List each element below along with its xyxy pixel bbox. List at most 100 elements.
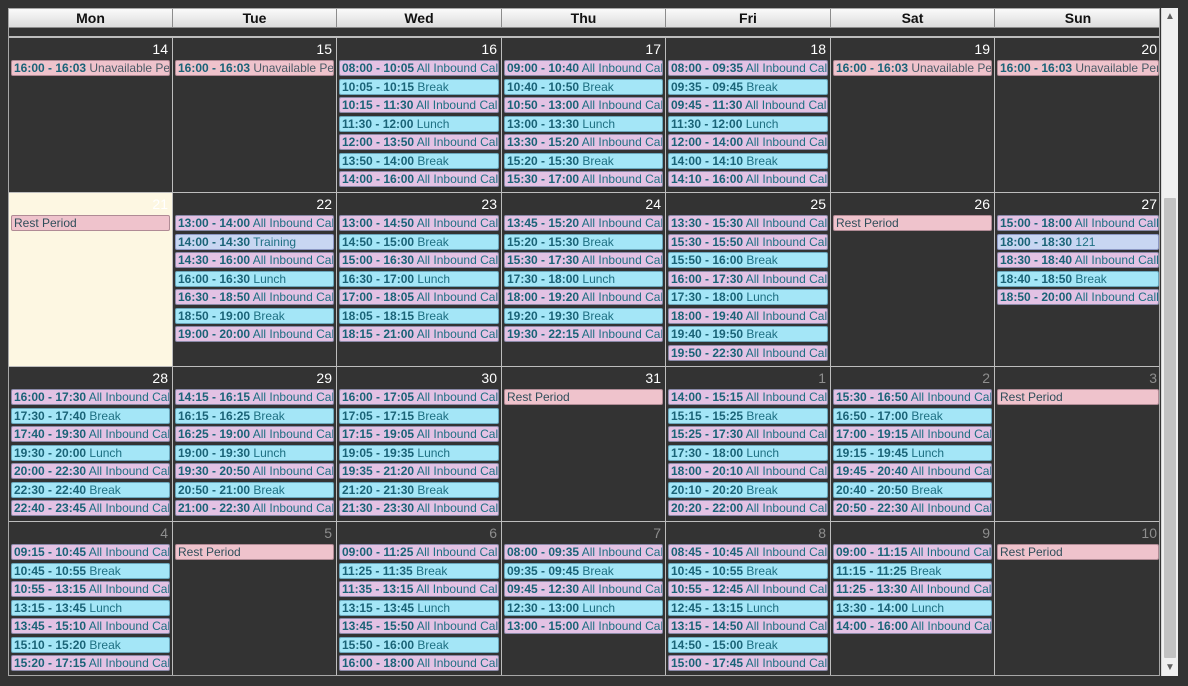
- calendar-event[interactable]: 20:20 - 22:00 All Inbound Calls: [668, 500, 828, 516]
- calendar-event[interactable]: 11:35 - 13:15 All Inbound Calls: [339, 581, 499, 597]
- calendar-event[interactable]: 16:00 - 16:30 Lunch: [175, 270, 334, 287]
- calendar-event[interactable]: 18:40 - 18:50 Break: [997, 270, 1159, 287]
- calendar-event[interactable]: 14:00 - 14:10 Break: [668, 152, 828, 169]
- calendar-event[interactable]: Rest Period: [997, 389, 1159, 405]
- calendar-event[interactable]: 18:00 - 18:30 121: [997, 233, 1159, 250]
- calendar-event[interactable]: Rest Period: [504, 389, 663, 405]
- calendar-event[interactable]: 18:15 - 21:00 All Inbound Calls: [339, 326, 499, 342]
- day-cell[interactable]: 5 Rest Period: [173, 522, 337, 675]
- calendar-event[interactable]: 13:15 - 14:50 All Inbound Calls: [668, 618, 828, 634]
- day-cell[interactable]: 4 09:15 - 10:45 All Inbound Calls 10:45 - …: [9, 522, 173, 675]
- calendar-event[interactable]: 16:00 - 16:03 Unavailable Period: [11, 60, 170, 76]
- day-cell[interactable]: 15 16:00 - 16:03 Unavailable Period: [173, 38, 337, 192]
- day-cell[interactable]: 30 16:00 - 17:05 All Inbound Calls 17:05 -…: [337, 367, 502, 521]
- calendar-event[interactable]: 19:30 - 22:15 All Inbound Calls: [504, 326, 663, 342]
- calendar-event[interactable]: 15:30 - 17:30 All Inbound Calls: [504, 252, 663, 268]
- calendar-event[interactable]: 21:20 - 21:30 Break: [339, 481, 499, 498]
- calendar-event[interactable]: 13:15 - 13:45 Lunch: [11, 599, 170, 616]
- calendar-event[interactable]: 19:30 - 20:50 All Inbound Calls: [175, 463, 334, 479]
- day-number[interactable]: 21: [152, 196, 168, 212]
- calendar-event[interactable]: 13:30 - 15:30 All Inbound Calls: [668, 215, 828, 231]
- calendar-event[interactable]: 20:50 - 21:00 Break: [175, 481, 334, 498]
- day-cell[interactable]: 22 13:00 - 14:00 All Inbound Calls 14:00 -…: [173, 193, 337, 366]
- calendar-event[interactable]: 16:30 - 18:50 All Inbound Calls: [175, 289, 334, 305]
- day-number[interactable]: 31: [645, 370, 661, 386]
- calendar-event[interactable]: 19:50 - 22:30 All Inbound Calls: [668, 344, 828, 361]
- calendar-event[interactable]: 14:00 - 16:00 All Inbound Calls: [339, 171, 499, 187]
- calendar-event[interactable]: 17:05 - 17:15 Break: [339, 407, 499, 424]
- calendar-event[interactable]: 22:30 - 22:40 Break: [11, 481, 170, 498]
- calendar-event[interactable]: 17:30 - 18:00 Lunch: [668, 289, 828, 305]
- calendar-event[interactable]: 14:50 - 15:00 Break: [668, 636, 828, 653]
- calendar-event[interactable]: 17:40 - 19:30 All Inbound Calls: [11, 426, 170, 442]
- calendar-event[interactable]: 08:45 - 10:45 All Inbound Calls: [668, 544, 828, 560]
- calendar-event[interactable]: 15:15 - 15:25 Break: [668, 407, 828, 424]
- calendar-event[interactable]: 11:15 - 11:25 Break: [833, 562, 992, 579]
- calendar-event[interactable]: 13:00 - 14:00 All Inbound Calls: [175, 215, 334, 231]
- calendar-event[interactable]: 15:30 - 17:00 All Inbound Calls: [504, 171, 663, 187]
- day-number[interactable]: 17: [645, 41, 661, 57]
- calendar-event[interactable]: 14:50 - 15:00 Break: [339, 233, 499, 250]
- day-number[interactable]: 15: [316, 41, 332, 57]
- day-cell[interactable]: 25 13:30 - 15:30 All Inbound Calls 15:30 -…: [666, 193, 831, 366]
- calendar-event[interactable]: 15:20 - 15:30 Break: [504, 233, 663, 250]
- calendar-event[interactable]: 18:00 - 19:40 All Inbound Calls: [668, 307, 828, 324]
- calendar-event[interactable]: 08:00 - 09:35 All Inbound Calls: [504, 544, 663, 560]
- day-cell[interactable]: 16 08:00 - 10:05 All Inbound Calls 10:05 -…: [337, 38, 502, 192]
- calendar-event[interactable]: 16:00 - 17:05 All Inbound Calls: [339, 389, 499, 405]
- calendar-event[interactable]: 12:30 - 13:00 Lunch: [504, 599, 663, 616]
- calendar-event[interactable]: Rest Period: [175, 544, 334, 560]
- calendar-event[interactable]: 10:15 - 11:30 All Inbound Calls: [339, 97, 499, 113]
- calendar-event[interactable]: 19:35 - 21:20 All Inbound Calls: [339, 463, 499, 479]
- day-cell[interactable]: 6 09:00 - 11:25 All Inbound Calls 11:25 - …: [337, 522, 502, 675]
- scroll-up-arrow-icon[interactable]: ▲: [1162, 8, 1178, 25]
- calendar-event[interactable]: 10:45 - 10:55 Break: [668, 562, 828, 579]
- calendar-event[interactable]: 20:10 - 20:20 Break: [668, 481, 828, 498]
- calendar-event[interactable]: 08:00 - 09:35 All Inbound Calls: [668, 60, 828, 76]
- calendar-event[interactable]: 17:15 - 19:05 All Inbound Calls: [339, 426, 499, 442]
- day-number[interactable]: 2: [982, 370, 990, 386]
- calendar-event[interactable]: 10:40 - 10:50 Break: [504, 78, 663, 95]
- calendar-event[interactable]: 14:15 - 16:15 All Inbound Calls: [175, 389, 334, 405]
- calendar-event[interactable]: 10:05 - 10:15 Break: [339, 78, 499, 95]
- day-cell[interactable]: 18 08:00 - 09:35 All Inbound Calls 09:35 -…: [666, 38, 831, 192]
- day-number[interactable]: 10: [1141, 525, 1157, 541]
- calendar-event[interactable]: 21:30 - 23:30 All Inbound Calls: [339, 500, 499, 516]
- calendar-event[interactable]: 19:15 - 19:45 Lunch: [833, 444, 992, 461]
- calendar-event[interactable]: 11:30 - 12:00 Lunch: [339, 115, 499, 132]
- calendar-event[interactable]: 15:10 - 15:20 Break: [11, 636, 170, 653]
- day-cell[interactable]: 24 13:45 - 15:20 All Inbound Calls 15:20 -…: [502, 193, 666, 366]
- calendar-event[interactable]: 15:25 - 17:30 All Inbound Calls: [668, 426, 828, 442]
- calendar-event[interactable]: 12:45 - 13:15 Lunch: [668, 599, 828, 616]
- calendar-event[interactable]: 19:20 - 19:30 Break: [504, 307, 663, 324]
- calendar-event[interactable]: 17:00 - 18:05 All Inbound Calls: [339, 289, 499, 305]
- calendar-event[interactable]: 15:00 - 17:45 All Inbound Calls: [668, 655, 828, 671]
- calendar-event[interactable]: 14:00 - 15:15 All Inbound Calls: [668, 389, 828, 405]
- day-number[interactable]: 9: [982, 525, 990, 541]
- calendar-event[interactable]: 15:30 - 16:50 All Inbound Calls: [833, 389, 992, 405]
- calendar-event[interactable]: 21:00 - 22:30 All Inbound Calls: [175, 500, 334, 516]
- day-number[interactable]: 19: [974, 41, 990, 57]
- calendar-event[interactable]: 19:05 - 19:35 Lunch: [339, 444, 499, 461]
- day-number[interactable]: 25: [810, 196, 826, 212]
- day-cell[interactable]: 20 16:00 - 16:03 Unavailable Period: [995, 38, 1159, 192]
- calendar-event[interactable]: 16:25 - 19:00 All Inbound Calls: [175, 426, 334, 442]
- calendar-event[interactable]: 19:45 - 20:40 All Inbound Calls: [833, 463, 992, 479]
- calendar-event[interactable]: 14:00 - 16:00 All Inbound Calls: [833, 618, 992, 634]
- day-number[interactable]: 24: [645, 196, 661, 212]
- day-number[interactable]: 14: [152, 41, 168, 57]
- calendar-event[interactable]: 16:00 - 16:03 Unavailable Period: [997, 60, 1159, 76]
- day-cell[interactable]: 23 13:00 - 14:50 All Inbound Calls 14:50 -…: [337, 193, 502, 366]
- calendar-event[interactable]: 11:25 - 13:30 All Inbound Calls: [833, 581, 992, 597]
- day-number[interactable]: 30: [481, 370, 497, 386]
- calendar-event[interactable]: 13:50 - 14:00 Break: [339, 152, 499, 169]
- calendar-event[interactable]: 10:55 - 13:15 All Inbound Calls: [11, 581, 170, 597]
- calendar-event[interactable]: 15:20 - 15:30 Break: [504, 152, 663, 169]
- calendar-event[interactable]: 15:20 - 17:15 All Inbound Calls: [11, 655, 170, 671]
- calendar-event[interactable]: Rest Period: [997, 544, 1159, 560]
- calendar-event[interactable]: 14:10 - 16:00 All Inbound Calls: [668, 171, 828, 187]
- day-number[interactable]: 8: [818, 525, 826, 541]
- calendar-event[interactable]: 19:00 - 19:30 Lunch: [175, 444, 334, 461]
- calendar-event[interactable]: 09:00 - 11:15 All Inbound Calls: [833, 544, 992, 560]
- calendar-event[interactable]: 12:00 - 14:00 All Inbound Calls: [668, 134, 828, 150]
